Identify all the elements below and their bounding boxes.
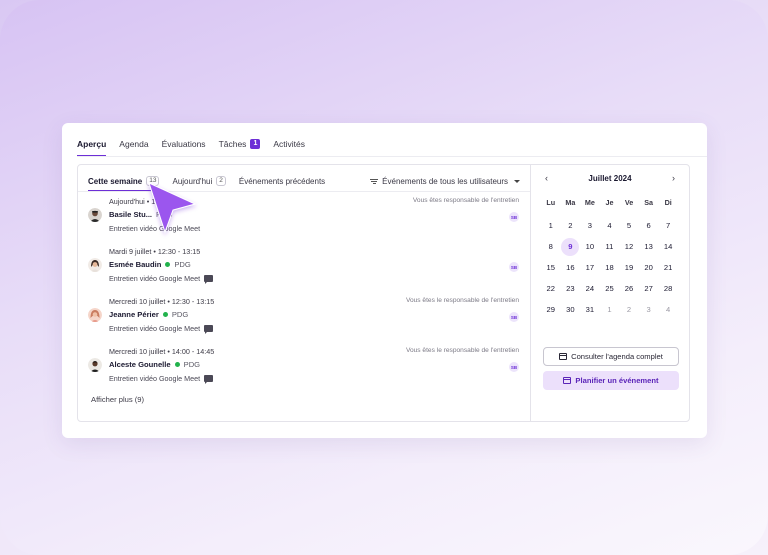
calendar-day[interactable]: 17	[580, 257, 600, 278]
calendar-day[interactable]: 8	[541, 236, 561, 257]
chevron-left-icon[interactable]: ‹	[545, 173, 548, 183]
calendar-day[interactable]: 25	[600, 278, 620, 299]
event-item[interactable]: Mercredi 10 juillet • 12:30 - 13:15 Vous…	[78, 294, 530, 344]
calendar-day[interactable]: 3	[639, 299, 659, 320]
calendar-day[interactable]: 6	[639, 215, 659, 236]
calendar-day[interactable]: 23	[561, 278, 581, 299]
weekday-label: Ve	[624, 198, 634, 207]
users-filter-dropdown[interactable]: Événements de tous les utilisateurs	[370, 177, 520, 186]
tab-taches[interactable]: Tâches 1	[219, 137, 261, 157]
calendar-plus-icon	[563, 377, 572, 384]
tab-apercu[interactable]: Aperçu	[77, 137, 107, 157]
calendar-day[interactable]: 22	[541, 278, 561, 299]
calendar-day[interactable]: 13	[639, 236, 659, 257]
calendar-day[interactable]: 5	[619, 215, 639, 236]
weekday-label: Me	[584, 198, 595, 207]
weekday-label: Lu	[546, 198, 556, 207]
calendar-day[interactable]: 15	[541, 257, 561, 278]
calendar-day[interactable]: 26	[619, 278, 639, 299]
main-tabs: Aperçu Agenda Évaluations Tâches 1 Activi…	[77, 137, 305, 157]
calendar-day[interactable]: 29	[541, 299, 561, 320]
calendar-day[interactable]: 24	[580, 278, 600, 299]
weekday-label: Di	[664, 198, 672, 207]
event-responsible: Vous êtes le responsable de l'entretien	[405, 297, 519, 304]
event-date: Mercredi 10 juillet • 14:00 - 14:45	[109, 347, 215, 356]
chevron-right-icon[interactable]: ›	[672, 173, 675, 183]
calendar-day[interactable]: 28	[658, 278, 678, 299]
subtab-previous-events[interactable]: Événements précédents	[239, 172, 325, 190]
online-status-icon	[162, 312, 168, 317]
pointer-cursor-icon	[148, 182, 197, 234]
tabs-divider	[77, 156, 707, 157]
show-more-link[interactable]: Afficher plus (9)	[91, 395, 144, 404]
avatar	[88, 308, 102, 322]
calendar-day[interactable]: 16	[561, 257, 581, 278]
avatar	[88, 208, 102, 222]
calendar-day[interactable]: 1	[541, 215, 561, 236]
event-type: Entretien vidéo Google Meet	[109, 374, 214, 384]
calendar-day[interactable]: 2	[561, 215, 581, 236]
calendar-day[interactable]: 21	[658, 257, 678, 278]
calendar-day[interactable]: 10	[580, 236, 600, 257]
calendar-day[interactable]: 4	[658, 299, 678, 320]
calendar-day[interactable]: 20	[639, 257, 659, 278]
calendar-day[interactable]: 31	[580, 299, 600, 320]
interviewer-avatar: SB	[509, 262, 519, 272]
event-person: Jeanne Périer PDG	[109, 310, 189, 319]
weekday-label: Sa	[644, 198, 653, 207]
message-icon[interactable]	[204, 275, 214, 284]
dashboard-card: Aperçu Agenda Évaluations Tâches 1 Activi…	[62, 123, 707, 438]
event-responsible: Vous êtes le responsable de l'entretien	[405, 347, 519, 354]
tab-activites[interactable]: Activités	[273, 137, 305, 157]
calendar-grid: Lu Ma Me Je Ve Sa Di 1 2 3 4 5 6 7 8 9 10 11 12 13 14 15 16 17 1…	[541, 194, 678, 320]
event-item[interactable]: Mercredi 10 juillet • 14:00 - 14:45 Vous…	[78, 344, 530, 394]
calendar-day[interactable]: 12	[619, 236, 639, 257]
calendar-day[interactable]: 14	[658, 236, 678, 257]
event-person: Alceste Gounelle PDG	[109, 360, 201, 369]
calendar-day[interactable]: 27	[639, 278, 659, 299]
calendar-section: ‹ Juillet 2024 › Lu Ma Me Je Ve Sa Di 1 2 3 4 5 6 7 8 9…	[531, 165, 690, 421]
message-icon[interactable]	[204, 375, 214, 384]
event-date: Mercredi 10 juillet • 12:30 - 13:15	[109, 297, 215, 306]
message-icon[interactable]	[204, 325, 214, 334]
event-responsible: Vous êtes responsable de l'entretien	[412, 197, 519, 204]
background-frame: Aperçu Agenda Évaluations Tâches 1 Activi…	[0, 0, 768, 555]
calendar-month-title: Juillet 2024	[588, 173, 632, 183]
calendar-day[interactable]: 7	[658, 215, 678, 236]
calendar-day[interactable]: 18	[600, 257, 620, 278]
avatar	[88, 258, 102, 272]
online-status-icon	[174, 362, 180, 367]
event-person: Esmée Baudin PDG	[109, 260, 191, 269]
weekday-label: Ma	[565, 198, 576, 207]
calendar-icon	[559, 353, 568, 360]
view-full-agenda-button[interactable]: Consulter l'agenda complet	[543, 347, 679, 366]
calendar-day[interactable]: 9	[561, 236, 581, 257]
tasks-count-badge: 1	[250, 138, 261, 149]
event-type: Entretien vidéo Google Meet	[109, 324, 214, 334]
calendar-day[interactable]: 2	[619, 299, 639, 320]
calendar-day[interactable]: 19	[619, 257, 639, 278]
caret-down-icon	[514, 179, 520, 183]
calendar-header: ‹ Juillet 2024 ›	[545, 171, 675, 185]
calendar-day[interactable]: 4	[600, 215, 620, 236]
weekday-label: Je	[605, 198, 614, 207]
tab-evaluations[interactable]: Évaluations	[162, 137, 206, 157]
calendar-day[interactable]: 1	[600, 299, 620, 320]
event-type: Entretien vidéo Google Meet	[109, 274, 214, 284]
interviewer-avatar: SB	[509, 362, 519, 372]
event-date: Mardi 9 juillet • 12:30 - 13:15	[109, 247, 201, 256]
avatar	[88, 358, 102, 372]
tab-agenda[interactable]: Agenda	[119, 137, 148, 157]
calendar-day[interactable]: 3	[580, 215, 600, 236]
calendar-day[interactable]: 30	[561, 299, 581, 320]
count-badge: 2	[216, 176, 226, 186]
filter-icon	[370, 178, 379, 184]
interviewer-avatar: SB	[509, 312, 519, 322]
calendar-day[interactable]: 11	[600, 236, 620, 257]
online-status-icon	[165, 262, 171, 267]
schedule-event-button[interactable]: Planifier un événement	[543, 371, 679, 390]
interviewer-avatar: SB	[509, 212, 519, 222]
event-item[interactable]: Mardi 9 juillet • 12:30 - 13:15 Esmée Ba…	[78, 244, 530, 294]
